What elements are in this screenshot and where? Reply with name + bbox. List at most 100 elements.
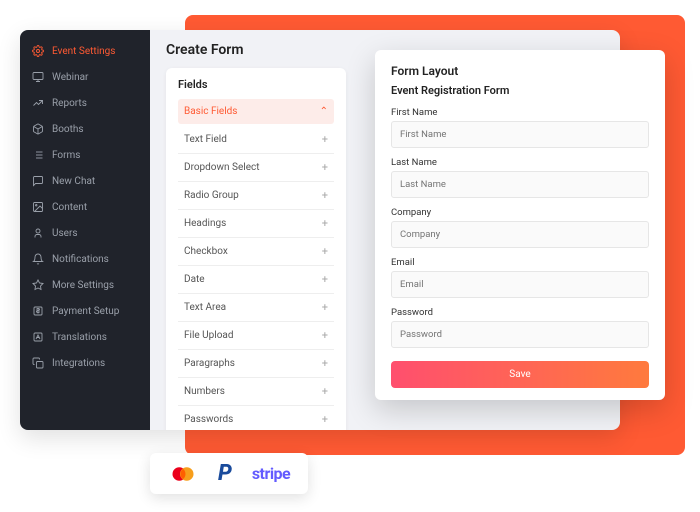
- field-item-text-field[interactable]: Text Field +: [178, 126, 334, 154]
- sidebar-item-label: Integrations: [52, 358, 105, 369]
- company-input[interactable]: [391, 221, 649, 248]
- form-layout-heading: Form Layout: [391, 64, 649, 78]
- sidebar-item-label: New Chat: [52, 176, 95, 187]
- plus-icon: +: [322, 357, 328, 370]
- sidebar-item-label: Event Settings: [52, 46, 115, 57]
- gear-icon: [32, 45, 44, 57]
- paypal-icon: P: [218, 461, 232, 486]
- field-label: Email: [391, 257, 649, 268]
- field-label: Company: [391, 207, 649, 218]
- sidebar-item-forms[interactable]: Forms: [20, 142, 150, 168]
- field-item-date[interactable]: Date +: [178, 266, 334, 294]
- field-label: Checkbox: [184, 246, 228, 257]
- sidebar-item-users[interactable]: Users: [20, 220, 150, 246]
- sidebar-item-payment-setup[interactable]: Payment Setup: [20, 298, 150, 324]
- form-group-email: Email: [391, 257, 649, 298]
- form-group-last-name: Last Name: [391, 157, 649, 198]
- sidebar-item-booths[interactable]: Booths: [20, 116, 150, 142]
- sidebar-item-label: Content: [52, 202, 87, 213]
- first-name-input[interactable]: [391, 121, 649, 148]
- plus-icon: +: [322, 273, 328, 286]
- sidebar-item-content[interactable]: Content: [20, 194, 150, 220]
- sidebar-item-integrations[interactable]: Integrations: [20, 350, 150, 376]
- plus-icon: +: [322, 161, 328, 174]
- sidebar-item-webinar[interactable]: Webinar: [20, 64, 150, 90]
- form-group-company: Company: [391, 207, 649, 248]
- field-label: Password: [391, 307, 649, 318]
- plus-icon: +: [322, 385, 328, 398]
- sidebar-item-reports[interactable]: Reports: [20, 90, 150, 116]
- field-item-checkbox[interactable]: Checkbox +: [178, 238, 334, 266]
- cube-icon: [32, 123, 44, 135]
- plus-icon: +: [322, 217, 328, 230]
- last-name-input[interactable]: [391, 171, 649, 198]
- sidebar-item-label: Webinar: [52, 72, 88, 83]
- dollar-icon: [32, 305, 44, 317]
- field-label: Headings: [184, 218, 226, 229]
- field-item-text-area[interactable]: Text Area +: [178, 294, 334, 322]
- field-label: Last Name: [391, 157, 649, 168]
- fields-panel: Fields Basic Fields ⌃ Text Field+ Dropdo…: [166, 68, 346, 430]
- plus-icon: +: [322, 245, 328, 258]
- mastercard-icon: [168, 464, 198, 484]
- field-label: Dropdown Select: [184, 162, 260, 173]
- image-icon: [32, 201, 44, 213]
- list-icon: [32, 149, 44, 161]
- sidebar-item-new-chat[interactable]: New Chat: [20, 168, 150, 194]
- gear-outline-icon: [32, 279, 44, 291]
- sidebar-item-label: Forms: [52, 150, 80, 161]
- chevron-up-icon: ⌃: [320, 106, 328, 117]
- copy-icon: [32, 357, 44, 369]
- field-item-paragraphs[interactable]: Paragraphs +: [178, 350, 334, 378]
- plus-icon: +: [322, 413, 328, 426]
- email-input[interactable]: [391, 271, 649, 298]
- plus-icon: +: [322, 133, 328, 146]
- form-group-first-name: First Name: [391, 107, 649, 148]
- sidebar-item-label: Reports: [52, 98, 87, 109]
- sidebar: Event Settings Webinar Reports Booths Fo…: [20, 30, 150, 430]
- field-item-numbers[interactable]: Numbers +: [178, 378, 334, 406]
- field-label: Numbers: [184, 386, 225, 397]
- fields-group-header[interactable]: Basic Fields ⌃: [178, 99, 334, 124]
- sidebar-item-more-settings[interactable]: More Settings: [20, 272, 150, 298]
- fields-group-label: Basic Fields: [184, 106, 237, 117]
- lang-icon: [32, 331, 44, 343]
- bell-icon: [32, 253, 44, 265]
- field-item-headings[interactable]: Headings +: [178, 210, 334, 238]
- sidebar-item-label: Payment Setup: [52, 306, 119, 317]
- sidebar-item-label: More Settings: [52, 280, 114, 291]
- chat-icon: [32, 175, 44, 187]
- plus-icon: +: [322, 189, 328, 202]
- field-label: Radio Group: [184, 190, 239, 201]
- sidebar-item-event-settings[interactable]: Event Settings: [20, 38, 150, 64]
- field-item-radio-group[interactable]: Radio Group +: [178, 182, 334, 210]
- save-button[interactable]: Save: [391, 361, 649, 388]
- plus-icon: +: [322, 301, 328, 314]
- sidebar-item-label: Booths: [52, 124, 84, 135]
- field-label: Paragraphs: [184, 358, 235, 369]
- sidebar-item-label: Translations: [52, 332, 107, 343]
- form-layout-panel: Form Layout Event Registration Form Firs…: [375, 50, 665, 400]
- sidebar-item-label: Notifications: [52, 254, 109, 265]
- field-label: Text Area: [184, 302, 226, 313]
- plus-icon: +: [322, 329, 328, 342]
- field-label: Text Field: [184, 134, 227, 145]
- password-input[interactable]: [391, 321, 649, 348]
- form-group-password: Password: [391, 307, 649, 348]
- field-label: Date: [184, 274, 205, 285]
- form-title: Event Registration Form: [391, 84, 649, 97]
- sidebar-item-translations[interactable]: Translations: [20, 324, 150, 350]
- payment-logos: P stripe: [150, 453, 308, 494]
- sidebar-item-label: Users: [52, 228, 78, 239]
- stripe-icon: stripe: [252, 464, 290, 483]
- user-icon: [32, 227, 44, 239]
- chart-icon: [32, 97, 44, 109]
- sidebar-item-notifications[interactable]: Notifications: [20, 246, 150, 272]
- field-item-passwords[interactable]: Passwords +: [178, 406, 334, 430]
- monitor-icon: [32, 71, 44, 83]
- field-label: First Name: [391, 107, 649, 118]
- field-label: Passwords: [184, 414, 233, 425]
- field-item-file-upload[interactable]: File Upload +: [178, 322, 334, 350]
- field-label: File Upload: [184, 330, 234, 341]
- field-item-dropdown-select[interactable]: Dropdown Select +: [178, 154, 334, 182]
